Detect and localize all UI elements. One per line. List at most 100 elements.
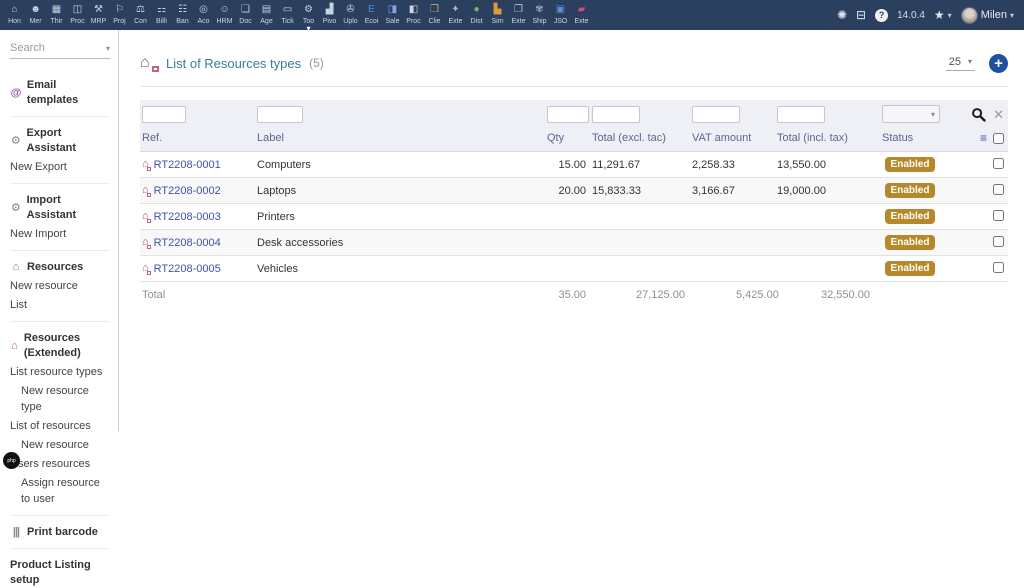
nav-item-mer[interactable]: ☻Mer (25, 0, 46, 30)
sidebar-section-title[interactable]: ⌂Resources (10, 260, 110, 275)
cell-qty: 20.00 (545, 178, 590, 204)
nav-item-proj[interactable]: ⚐Proj (109, 0, 130, 30)
nav-item-hon[interactable]: ⌂Hon (4, 0, 25, 30)
nav-item-pivo[interactable]: ▟Pivo (319, 0, 340, 30)
nav-item-sale[interactable]: ◨Sale (382, 0, 403, 30)
ref-link[interactable]: RT2208-0004 (154, 237, 221, 249)
sidebar-menu: @Email templates⚙Export AssistantNew Exp… (10, 69, 110, 588)
column-header-total-excl[interactable]: Total (excl. tac) (590, 127, 690, 152)
sidebar-section-icon: ⚙ (10, 201, 22, 216)
sidebar-section-title[interactable]: @Email templates (10, 78, 110, 108)
nav-item-too[interactable]: ⚙Too (298, 0, 319, 30)
sidebar-item[interactable]: Users resources (10, 456, 110, 472)
ref-link[interactable]: RT2208-0003 (154, 211, 221, 223)
filter-ref-input[interactable] (142, 106, 186, 123)
user-menu[interactable]: Milen ▾ (961, 7, 1014, 24)
nav-item-billi[interactable]: ⚏Billi (151, 0, 172, 30)
sidebar-item[interactable]: List resource types (10, 364, 110, 380)
help-icon[interactable]: ? (875, 9, 888, 22)
search-input[interactable] (10, 42, 90, 54)
row-checkbox[interactable] (993, 158, 1004, 169)
debug-bug-icon[interactable]: ✺ (837, 8, 847, 22)
filter-status-select[interactable]: ▾ (882, 105, 940, 123)
nav-item-mrp[interactable]: ⚒MRP (88, 0, 109, 30)
sidebar-item[interactable]: List (10, 297, 110, 313)
nav-item-proc[interactable]: ◧Proc (403, 0, 424, 30)
filter-vat-input[interactable] (692, 106, 740, 123)
nav-item-thir[interactable]: ▦Thir (46, 0, 67, 30)
sidebar-section-label: Export Assistant (27, 126, 110, 156)
nav-item-uplo[interactable]: ✇Uplo (340, 0, 361, 30)
nav-item-tick[interactable]: ▭Tick (277, 0, 298, 30)
nav-item-label: Con (134, 17, 147, 26)
ref-link[interactable]: RT2208-0002 (154, 185, 221, 197)
nav-item-proc[interactable]: ◫Proc (67, 0, 88, 30)
page-size-selector[interactable]: 25 ▾ (946, 56, 975, 71)
nav-item-hrm[interactable]: ☺HRM (214, 0, 235, 30)
row-checkbox[interactable] (993, 184, 1004, 195)
nav-item-clie[interactable]: ❒Clie (424, 0, 445, 30)
nav-item-ban[interactable]: ☷Ban (172, 0, 193, 30)
select-columns-icon[interactable]: ≡ (980, 132, 987, 144)
filter-label-input[interactable] (257, 106, 303, 123)
sidebar-section-title[interactable]: ⚙Export Assistant (10, 126, 110, 156)
nav-item-con[interactable]: ⚖Con (130, 0, 151, 30)
nav-item-ecoi[interactable]: EEcoi (361, 0, 382, 30)
select-all-checkbox[interactable] (993, 133, 1004, 144)
nav-module-icon: ⚐ (115, 4, 124, 15)
nav-item-jso[interactable]: ▣JSO (550, 0, 571, 30)
cell-vat (690, 256, 775, 282)
total-vat: 5,425.00 (690, 282, 775, 308)
column-header-qty[interactable]: Qty (545, 127, 590, 152)
column-header-total-incl[interactable]: Total (incl. tax) (775, 127, 880, 152)
sidebar-item[interactable]: New Export (10, 159, 110, 175)
sidebar-section-title[interactable]: Product Listing setup (10, 558, 110, 588)
sidebar-item[interactable]: List of resources (10, 418, 110, 434)
add-new-button[interactable]: + (989, 54, 1008, 73)
sidebar-item[interactable]: New resource (10, 437, 110, 453)
sidebar-section: ⌂Resources (Extended) List resource types… (10, 321, 110, 507)
column-header-ref[interactable]: Ref. (140, 127, 255, 152)
bookmarks-menu[interactable]: ★ ▾ (934, 8, 952, 22)
sidebar-section-label: Import Assistant (27, 193, 110, 223)
nav-item-ship[interactable]: ✾Ship (529, 0, 550, 30)
clear-filters-icon[interactable]: ✕ (993, 108, 1004, 121)
nav-item-label: Aco (197, 17, 209, 26)
column-header-vat[interactable]: VAT amount (690, 127, 775, 152)
nav-item-aco[interactable]: ◎Aco (193, 0, 214, 30)
nav-item-sim[interactable]: ▙Sim (487, 0, 508, 30)
nav-item-age[interactable]: ▤Age (256, 0, 277, 30)
nav-module-icon: ◫ (73, 4, 82, 15)
search-icon[interactable] (971, 107, 986, 122)
filter-total-excl-input[interactable] (592, 106, 640, 123)
row-checkbox[interactable] (993, 262, 1004, 273)
nav-item-exte[interactable]: ❐Exte (508, 0, 529, 30)
nav-item-exte[interactable]: ▰Exte (571, 0, 592, 30)
row-checkbox[interactable] (993, 210, 1004, 221)
sidebar-item[interactable]: Assign resource to user (10, 475, 110, 507)
search-dropdown-icon[interactable]: ▾ (106, 44, 110, 53)
sidebar-item[interactable]: New resource type (10, 383, 110, 415)
column-header-label[interactable]: Label (255, 127, 545, 152)
nav-item-label: Clie (428, 17, 440, 26)
php-debug-badge[interactable]: php (3, 452, 20, 469)
print-icon[interactable]: ⊟ (856, 8, 866, 22)
sidebar-section-title[interactable]: ⚙ Import Assistant (10, 193, 110, 223)
row-checkbox[interactable] (993, 236, 1004, 247)
sidebar-item[interactable]: New Import (10, 226, 110, 242)
nav-module-icon: ▦ (52, 4, 61, 15)
filter-total-incl-input[interactable] (777, 106, 825, 123)
sidebar-item[interactable]: New resource (10, 278, 110, 294)
column-header-status[interactable]: Status (880, 127, 942, 152)
ref-link[interactable]: RT2208-0005 (154, 263, 221, 275)
sidebar-section-title[interactable]: ⌂Resources (Extended) (10, 331, 110, 361)
nav-item-doc[interactable]: ❏Doc (235, 0, 256, 30)
nav-item-exte[interactable]: ✦Exte (445, 0, 466, 30)
total-label: Total (140, 282, 255, 308)
page-title: List of Resources types (166, 56, 301, 71)
filter-qty-input[interactable] (547, 106, 589, 123)
nav-item-dist[interactable]: ●Dist (466, 0, 487, 30)
cell-status: Enabled (880, 178, 942, 204)
sidebar-section-title[interactable]: |||Print barcode (10, 525, 110, 540)
ref-link[interactable]: RT2208-0001 (154, 159, 221, 171)
